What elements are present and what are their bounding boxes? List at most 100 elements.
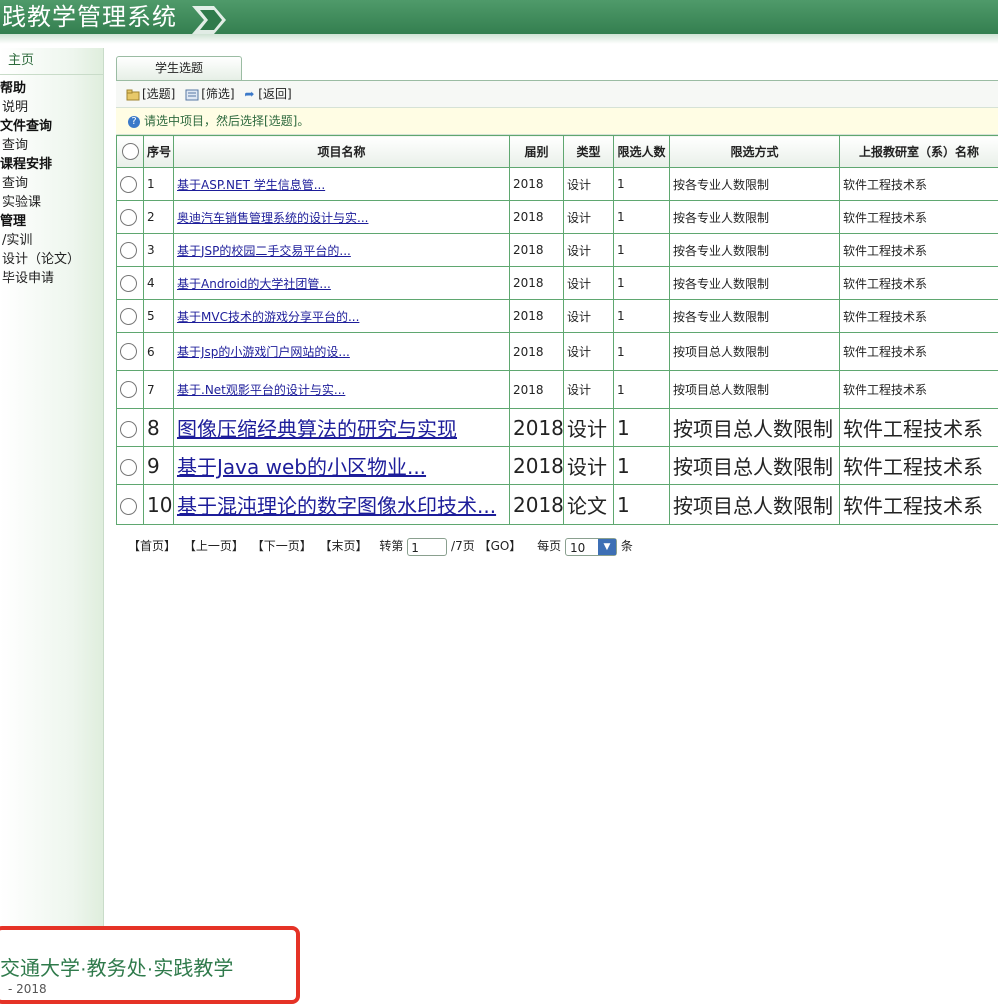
- col-header-mode[interactable]: 限选方式: [670, 136, 840, 168]
- select-all-checkbox[interactable]: [122, 143, 139, 160]
- table-row[interactable]: 7 基于.Net观影平台的设计与实... 2018 设计 1 按项目总人数限制 …: [117, 371, 998, 409]
- row-no: 9: [144, 447, 174, 485]
- col-header-name[interactable]: 项目名称: [174, 136, 510, 168]
- row-dept: 软件工程技术系: [840, 447, 998, 485]
- sidebar-item-thesis-design[interactable]: 设计（论文）: [0, 250, 103, 269]
- row-checkbox[interactable]: [120, 275, 137, 292]
- col-header-dept[interactable]: 上报教研室（系）名称: [840, 136, 998, 168]
- row-checkbox[interactable]: [120, 242, 137, 259]
- next-page-link[interactable]: 【下一页】: [252, 539, 312, 553]
- row-checkbox[interactable]: [120, 498, 137, 515]
- page-size-select[interactable]: 10 ▼: [565, 538, 617, 556]
- row-checkbox[interactable]: [120, 308, 137, 325]
- filter-button[interactable]: [筛选]: [185, 81, 234, 107]
- sidebar-section-management[interactable]: 管理: [0, 212, 103, 231]
- row-checkbox-cell[interactable]: [117, 300, 144, 333]
- table-row[interactable]: 2 奥迪汽车销售管理系统的设计与实... 2018 设计 1 按各专业人数限制 …: [117, 201, 998, 234]
- project-link[interactable]: 奥迪汽车销售管理系统的设计与实...: [177, 211, 368, 225]
- sidebar-item-graduation-apply[interactable]: 毕设申请: [0, 269, 103, 288]
- first-page-link[interactable]: 【首页】: [128, 539, 176, 553]
- row-checkbox-cell[interactable]: [117, 234, 144, 267]
- row-name-cell: 基于ASP.NET 学生信息管...: [174, 168, 510, 201]
- sidebar-home[interactable]: 主页: [0, 48, 103, 75]
- row-name-cell: 基于JSP的校园二手交易平台的...: [174, 234, 510, 267]
- row-mode: 按各专业人数限制: [670, 168, 840, 201]
- row-no: 8: [144, 409, 174, 447]
- row-checkbox-cell[interactable]: [117, 333, 144, 371]
- dropdown-arrow-icon[interactable]: ▼: [598, 539, 616, 555]
- go-button[interactable]: 【GO】: [479, 539, 522, 553]
- sidebar-section-file-query[interactable]: 文件查询: [0, 117, 103, 136]
- goto-label: 转第: [379, 539, 403, 553]
- table-row[interactable]: 10 基于混沌理论的数字图像水印技术... 2018 论文 1 按项目总人数限制…: [117, 485, 998, 525]
- row-no: 10: [144, 485, 174, 525]
- per-page-unit: 条: [621, 539, 633, 553]
- project-link[interactable]: 基于.Net观影平台的设计与实...: [177, 383, 345, 397]
- project-link[interactable]: 基于混沌理论的数字图像水印技术...: [177, 494, 496, 518]
- row-type: 设计: [564, 300, 614, 333]
- table-row[interactable]: 6 基于Jsp的小游戏门户网站的设... 2018 设计 1 按项目总人数限制 …: [117, 333, 998, 371]
- project-link[interactable]: 基于Java web的小区物业...: [177, 455, 426, 479]
- select-topic-button[interactable]: [选题]: [126, 81, 175, 107]
- row-limit: 1: [614, 201, 670, 234]
- col-header-limit[interactable]: 限选人数: [614, 136, 670, 168]
- sidebar-item-lab-course[interactable]: 实验课: [0, 193, 103, 212]
- row-checkbox-cell[interactable]: [117, 267, 144, 300]
- project-link[interactable]: 图像压缩经典算法的研究与实现: [177, 417, 457, 441]
- row-checkbox-cell[interactable]: [117, 447, 144, 485]
- row-checkbox[interactable]: [120, 209, 137, 226]
- row-no: 1: [144, 168, 174, 201]
- row-limit: 1: [614, 300, 670, 333]
- total-pages: /7页: [451, 539, 475, 553]
- tab-student-topic-selection[interactable]: 学生选题: [116, 56, 242, 80]
- row-checkbox[interactable]: [120, 176, 137, 193]
- row-checkbox[interactable]: [120, 459, 137, 476]
- row-limit: 1: [614, 333, 670, 371]
- back-button[interactable]: ➦ [返回]: [244, 81, 291, 107]
- row-type: 设计: [564, 234, 614, 267]
- row-dept: 软件工程技术系: [840, 300, 998, 333]
- col-header-no[interactable]: 序号: [144, 136, 174, 168]
- col-header-year[interactable]: 届别: [510, 136, 564, 168]
- sidebar-section-help[interactable]: 帮助: [0, 79, 103, 98]
- row-limit: 1: [614, 409, 670, 447]
- row-checkbox-cell[interactable]: [117, 201, 144, 234]
- col-header-type[interactable]: 类型: [564, 136, 614, 168]
- row-limit: 1: [614, 234, 670, 267]
- sidebar-item-file-query[interactable]: 查询: [0, 136, 103, 155]
- project-link[interactable]: 基于ASP.NET 学生信息管...: [177, 178, 325, 192]
- table-row[interactable]: 4 基于Android的大学社团管... 2018 设计 1 按各专业人数限制 …: [117, 267, 998, 300]
- prev-page-link[interactable]: 【上一页】: [184, 539, 244, 553]
- row-checkbox[interactable]: [120, 343, 137, 360]
- project-link[interactable]: 基于MVC技术的游戏分享平台的...: [177, 310, 359, 324]
- table-row[interactable]: 8 图像压缩经典算法的研究与实现 2018 设计 1 按项目总人数限制 软件工程…: [117, 409, 998, 447]
- sidebar-section-course-schedule[interactable]: 课程安排: [0, 155, 103, 174]
- sidebar-item-course-query[interactable]: 查询: [0, 174, 103, 193]
- table-row[interactable]: 5 基于MVC技术的游戏分享平台的... 2018 设计 1 按各专业人数限制 …: [117, 300, 998, 333]
- goto-page-input[interactable]: 1: [407, 538, 447, 556]
- project-link[interactable]: 基于JSP的校园二手交易平台的...: [177, 244, 351, 258]
- row-type: 设计: [564, 409, 614, 447]
- table-row[interactable]: 3 基于JSP的校园二手交易平台的... 2018 设计 1 按各专业人数限制 …: [117, 234, 998, 267]
- footer-year: - 2018: [8, 982, 47, 996]
- sidebar-item-training[interactable]: /实训: [0, 231, 103, 250]
- table-row[interactable]: 9 基于Java web的小区物业... 2018 设计 1 按项目总人数限制 …: [117, 447, 998, 485]
- back-label: [返回]: [258, 87, 291, 101]
- row-checkbox-cell[interactable]: [117, 371, 144, 409]
- select-all-cell[interactable]: [117, 136, 144, 168]
- row-checkbox-cell[interactable]: [117, 409, 144, 447]
- row-checkbox[interactable]: [120, 381, 137, 398]
- last-page-link[interactable]: 【末页】: [320, 539, 368, 553]
- row-mode: 按项目总人数限制: [670, 447, 840, 485]
- row-checkbox-cell[interactable]: [117, 485, 144, 525]
- row-checkbox-cell[interactable]: [117, 168, 144, 201]
- row-no: 5: [144, 300, 174, 333]
- project-link[interactable]: 基于Android的大学社团管...: [177, 277, 331, 291]
- row-name-cell: 基于MVC技术的游戏分享平台的...: [174, 300, 510, 333]
- row-checkbox[interactable]: [120, 421, 137, 438]
- row-mode: 按各专业人数限制: [670, 300, 840, 333]
- row-limit: 1: [614, 485, 670, 525]
- table-row[interactable]: 1 基于ASP.NET 学生信息管... 2018 设计 1 按各专业人数限制 …: [117, 168, 998, 201]
- sidebar-item-instructions[interactable]: 说明: [0, 98, 103, 117]
- project-link[interactable]: 基于Jsp的小游戏门户网站的设...: [177, 345, 350, 359]
